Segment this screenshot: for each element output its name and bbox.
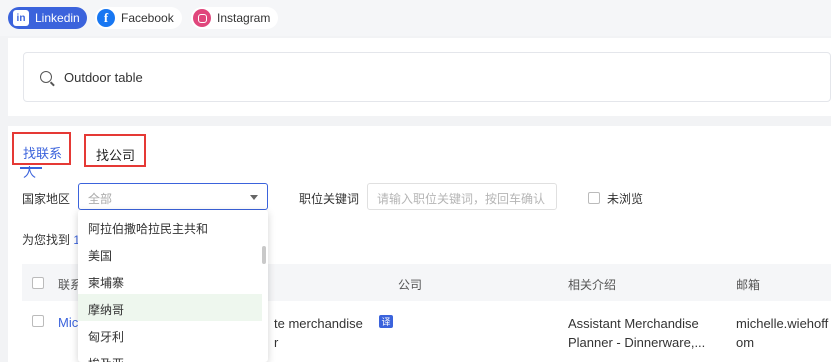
unviewed-checkbox[interactable] — [588, 192, 600, 204]
tab-facebook[interactable]: f Facebook — [95, 7, 182, 29]
tab-linkedin[interactable]: in Linkedin — [8, 7, 87, 29]
contact-name-link[interactable]: Mic — [58, 315, 78, 330]
search-icon — [40, 71, 52, 83]
contact-intro: Assistant Merchandise Planner - Dinnerwa… — [568, 314, 718, 352]
search-panel: Outdoor table — [8, 38, 831, 116]
unviewed-label: 未浏览 — [607, 192, 644, 206]
instagram-icon — [193, 9, 211, 27]
tab-linkedin-label: Linkedin — [35, 11, 80, 25]
country-dropdown: 阿拉伯撒哈拉民主共和 美国 柬埔寨 摩纳哥 匈牙利 埃及亚 — [78, 210, 268, 362]
active-tab-indicator — [20, 167, 42, 169]
row-checkbox[interactable] — [32, 315, 44, 327]
header-email: 邮箱 — [736, 278, 761, 292]
dropdown-option-highlighted[interactable]: 摩纳哥 — [78, 294, 262, 321]
tab-find-companies[interactable]: 找公司 — [84, 134, 146, 167]
select-all-checkbox[interactable] — [32, 277, 44, 289]
linkedin-icon: in — [13, 10, 29, 26]
country-select[interactable]: 全部 — [78, 183, 268, 210]
search-value: Outdoor table — [64, 69, 143, 85]
header-intro: 相关介绍 — [568, 278, 617, 292]
dropdown-option[interactable]: 匈牙利 — [78, 321, 262, 348]
dropdown-option[interactable]: 柬埔寨 — [78, 267, 262, 294]
result-prefix: 为您找到 — [22, 233, 71, 247]
keyword-filter-label: 职位关键词 — [299, 192, 360, 206]
role-line-1: te merchandise — [274, 316, 363, 331]
country-filter-label: 国家地区 — [22, 192, 71, 206]
search-input[interactable]: Outdoor table — [23, 52, 831, 102]
dropdown-option[interactable]: 美国 — [78, 240, 262, 267]
email-line-1: michelle.wiehoff — [736, 316, 829, 331]
dropdown-option[interactable]: 阿拉伯撒哈拉民主共和 — [78, 213, 262, 240]
tab-instagram-label: Instagram — [217, 11, 271, 25]
tab-facebook-label: Facebook — [121, 11, 174, 25]
facebook-icon: f — [97, 9, 115, 27]
contact-role: te merchandise r — [274, 314, 363, 352]
header-company: 公司 — [398, 278, 423, 292]
keyword-input[interactable]: 请输入职位关键词，按回车确认 — [367, 183, 557, 210]
tab-instagram[interactable]: Instagram — [191, 7, 279, 29]
email-line-2: om — [736, 335, 755, 350]
dropdown-option[interactable]: 埃及亚 — [78, 348, 262, 362]
role-line-2: r — [274, 335, 279, 350]
dropdown-scrollbar[interactable] — [262, 246, 266, 264]
intro-line-1: Assistant Merchandise — [568, 316, 699, 331]
translate-badge[interactable]: 译 — [379, 315, 393, 328]
country-select-value: 全部 — [88, 192, 113, 206]
social-tabs-bar: in Linkedin f Facebook Instagram — [0, 0, 831, 36]
result-summary: 为您找到 1 — [22, 231, 80, 248]
contact-email: michelle.wiehoff om — [736, 314, 828, 352]
tab-find-contacts[interactable]: 找联系人 — [12, 132, 71, 180]
caret-down-icon — [250, 195, 258, 200]
intro-line-2: Planner - Dinnerware,... — [568, 335, 706, 350]
